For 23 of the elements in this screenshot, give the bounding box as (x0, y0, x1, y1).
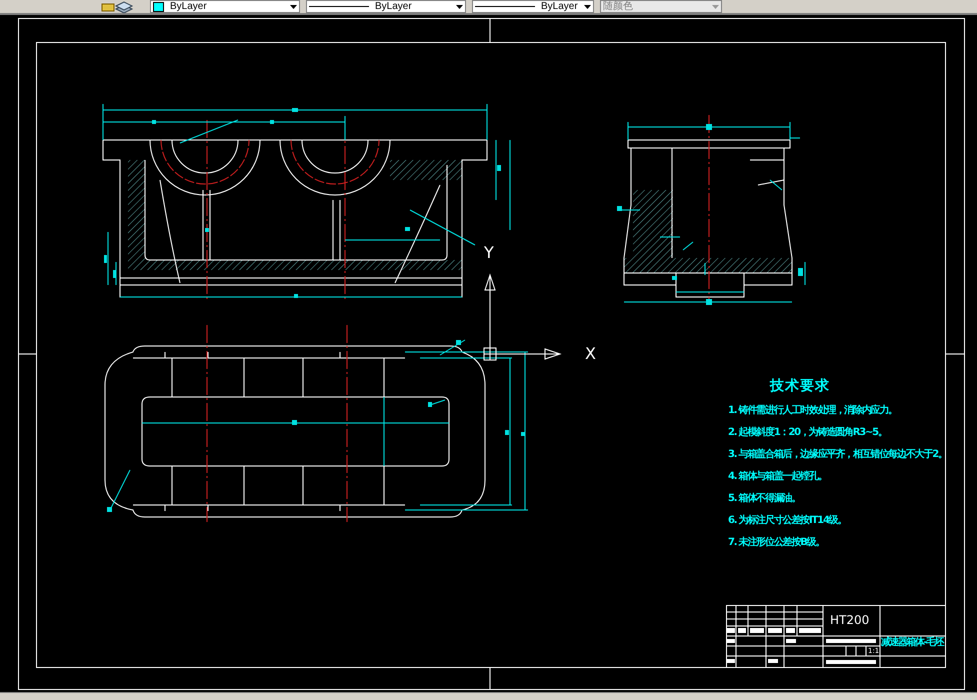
part-name-text: 减速器箱体-毛坯 (881, 636, 944, 649)
requirement-text: 1. 铸件需进行人工时效处理，消除内应力。 (728, 403, 898, 417)
caret-icon (290, 4, 297, 8)
requirement-text: 2. 起模斜度1：20，为铸造圆角R3~5。 (728, 425, 887, 439)
line-sample-icon (309, 6, 369, 7)
line-sample-icon (475, 6, 535, 7)
requirement-text: 7. 未注形位公差按B级。 (728, 535, 824, 549)
caret-icon (584, 4, 591, 8)
y-axis-label: Y (484, 243, 494, 262)
caret-icon (712, 4, 719, 8)
requirement-text: 6. 为标注尺寸公差按IT14级。 (728, 513, 846, 527)
linetype-dropdown[interactable]: ByLayer (306, 0, 466, 13)
lineweight-dropdown[interactable]: ByLayer (472, 0, 594, 13)
requirements-title: 技术要求 (770, 377, 830, 395)
requirement-text: 3. 与箱盖合箱后，边缘应平齐，相互错位每边不大于2。 (728, 447, 947, 461)
x-axis-label: X (585, 344, 596, 363)
requirement-text: 4. 箱体与箱盖一起镗孔。 (728, 469, 827, 483)
color-swatch-icon (153, 2, 164, 12)
color-dropdown[interactable]: ByLayer (150, 0, 300, 13)
requirement-text: 5. 箱体不得漏油。 (728, 492, 800, 505)
ucs-icon (484, 273, 562, 360)
material-text: HT200 (830, 613, 870, 627)
caret-icon (456, 4, 463, 8)
